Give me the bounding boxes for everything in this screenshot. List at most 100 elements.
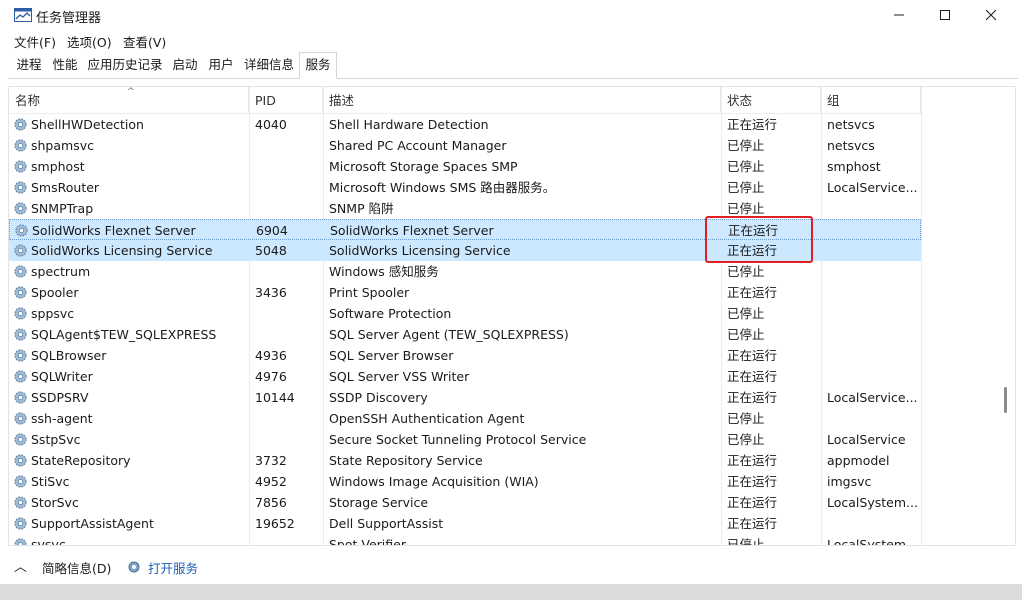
service-name-cell: SupportAssistAgent [31,516,154,531]
service-name-cell: spectrum [31,264,91,279]
service-description-cell: OpenSSH Authentication Agent [329,411,525,426]
service-description-cell: SNMP 陷阱 [329,201,394,216]
service-status-cell: 正在运行 [727,495,778,510]
service-description-cell: SQL Server VSS Writer [329,369,470,384]
service-name-cell: smphost [31,159,85,174]
chevron-up-icon[interactable]: ︿ [14,556,27,575]
open-services-link[interactable]: 打开服务 [148,558,198,577]
service-pid-cell [255,429,321,450]
annotation-highlight-box [705,216,813,263]
service-pid-cell [255,198,321,219]
tab-performance[interactable]: 性能 [48,53,82,77]
service-status-cell: 正在运行 [727,348,778,363]
table-row[interactable]: SQLBrowser 4936 SQL Server Browser 正在运行 [9,345,921,366]
service-pid-cell [255,177,321,198]
menu-options[interactable]: 选项(O) [67,32,112,51]
maximize-button[interactable] [922,0,968,30]
table-row[interactable]: SSDPSRV 10144 SSDP Discovery 正在运行 LocalServi… [9,387,921,408]
tab-startup[interactable]: 启动 [168,53,202,77]
table-row[interactable]: SupportAssistAgent 19652 Dell SupportAssis… [9,513,921,534]
service-group-cell: LocalService [827,432,906,447]
maximize-icon [940,10,950,20]
less-details-link[interactable]: 简略信息(D) [42,558,111,577]
menu-file[interactable]: 文件(F) [14,32,56,51]
table-row[interactable]: SQLAgent$TEW_SQLEXPRESS SQL Server Agent … [9,324,921,345]
service-group-cell: imgsvc [827,474,872,489]
table-row[interactable]: StateRepository 3732 State Repository Serv… [9,450,921,471]
table-row[interactable]: ssh-agent OpenSSH Authentication Agent 已停止 [9,408,921,429]
service-name-cell: ShellHWDetection [31,117,144,132]
table-row[interactable]: svsvc Spot Verifier 已停止 LocalSystem... [9,534,921,546]
service-pid-cell: 10144 [255,390,295,405]
footer-bar: ︿ 简略信息(D) 打开服务 [0,552,1022,582]
service-gear-icon [14,265,27,278]
close-icon [985,9,997,21]
service-description-cell: Print Spooler [329,285,410,300]
service-status-cell: 已停止 [727,327,765,342]
service-pid-cell: 3732 [255,453,287,468]
tab-users[interactable]: 用户 [204,53,238,77]
tab-details[interactable]: 详细信息 [240,53,298,77]
service-name-cell: SQLWriter [31,369,93,384]
table-row[interactable]: SstpSvc Secure Socket Tunneling Protocol … [9,429,921,450]
service-pid-cell: 7856 [255,495,287,510]
service-description-cell: Storage Service [329,495,429,510]
column-header-group[interactable]: 组 [821,87,921,113]
service-pid-cell [255,324,321,345]
service-gear-icon [14,391,27,404]
table-row[interactable]: StorSvc 7856 Storage Service 正在运行 LocalSyste… [9,492,921,513]
title-bar: 任务管理器 [0,0,1022,30]
service-group-cell [827,303,919,324]
service-name-cell: ssh-agent [31,411,93,426]
service-gear-icon [14,328,27,341]
column-header-pid[interactable]: PID [249,87,323,113]
service-group-cell [827,366,919,387]
table-row[interactable]: StiSvc 4952 Windows Image Acquisition (WIA… [9,471,921,492]
service-group-cell [827,198,919,219]
close-button[interactable] [968,0,1014,30]
service-gear-icon [14,202,27,215]
service-name-cell: StateRepository [31,453,131,468]
vertical-scrollbar[interactable] [1003,87,1015,545]
menu-bar: 文件(F) 选项(O) 查看(V) [0,30,1022,52]
column-name-label: 名称 [15,93,41,108]
service-name-cell: SNMPTrap [31,201,94,216]
service-gear-icon [14,412,27,425]
service-description-cell: Shared PC Account Manager [329,138,507,153]
table-row[interactable]: smphost Microsoft Storage Spaces SMP 已停止 sm… [9,156,921,177]
table-row[interactable]: SQLWriter 4976 SQL Server VSS Writer 正在运行 [9,366,921,387]
service-pid-cell: 4976 [255,369,287,384]
table-row[interactable]: ShellHWDetection 4040 Shell Hardware Detec… [9,114,921,135]
minimize-button[interactable] [876,0,922,30]
table-row[interactable]: SmsRouter Microsoft Windows SMS 路由器服务。 已停止… [9,177,921,198]
table-row[interactable]: sppsvc Software Protection 已停止 [9,303,921,324]
service-pid-cell: 5048 [255,243,287,258]
menu-view[interactable]: 查看(V) [123,32,166,51]
column-header-description[interactable]: 描述 [323,87,721,113]
service-group-cell: netsvcs [827,138,875,153]
service-status-cell: 已停止 [727,180,765,195]
service-gear-icon [14,454,27,467]
task-manager-window: 任务管理器 文件(F) 选项(O) 查看(V) 进程 性能 应用历史记录 启动 … [0,0,1022,600]
service-group-cell [827,261,919,282]
tab-services[interactable]: 服务 [299,52,337,79]
service-gear-icon [15,224,28,237]
table-row[interactable]: Spooler 3436 Print Spooler 正在运行 [9,282,921,303]
table-row[interactable]: shpamsvc Shared PC Account Manager 已停止 nets… [9,135,921,156]
service-description-cell: SSDP Discovery [329,390,428,405]
service-gear-icon [14,496,27,509]
tab-app-history[interactable]: 应用历史记录 [84,53,166,77]
service-gear-icon [14,349,27,362]
service-pid-cell: 4952 [255,474,287,489]
scrollbar-thumb[interactable] [1004,387,1007,413]
column-header-status[interactable]: 状态 [721,87,821,113]
task-manager-icon [14,8,32,22]
tab-processes[interactable]: 进程 [12,53,46,77]
service-gear-icon [14,118,27,131]
taskbar-strip [0,584,1022,600]
service-group-cell [827,408,919,429]
service-pid-cell: 19652 [255,516,295,531]
service-status-cell: 已停止 [727,537,765,546]
table-row[interactable]: spectrum Windows 感知服务 已停止 [9,261,921,282]
column-group-label: 组 [827,93,840,108]
